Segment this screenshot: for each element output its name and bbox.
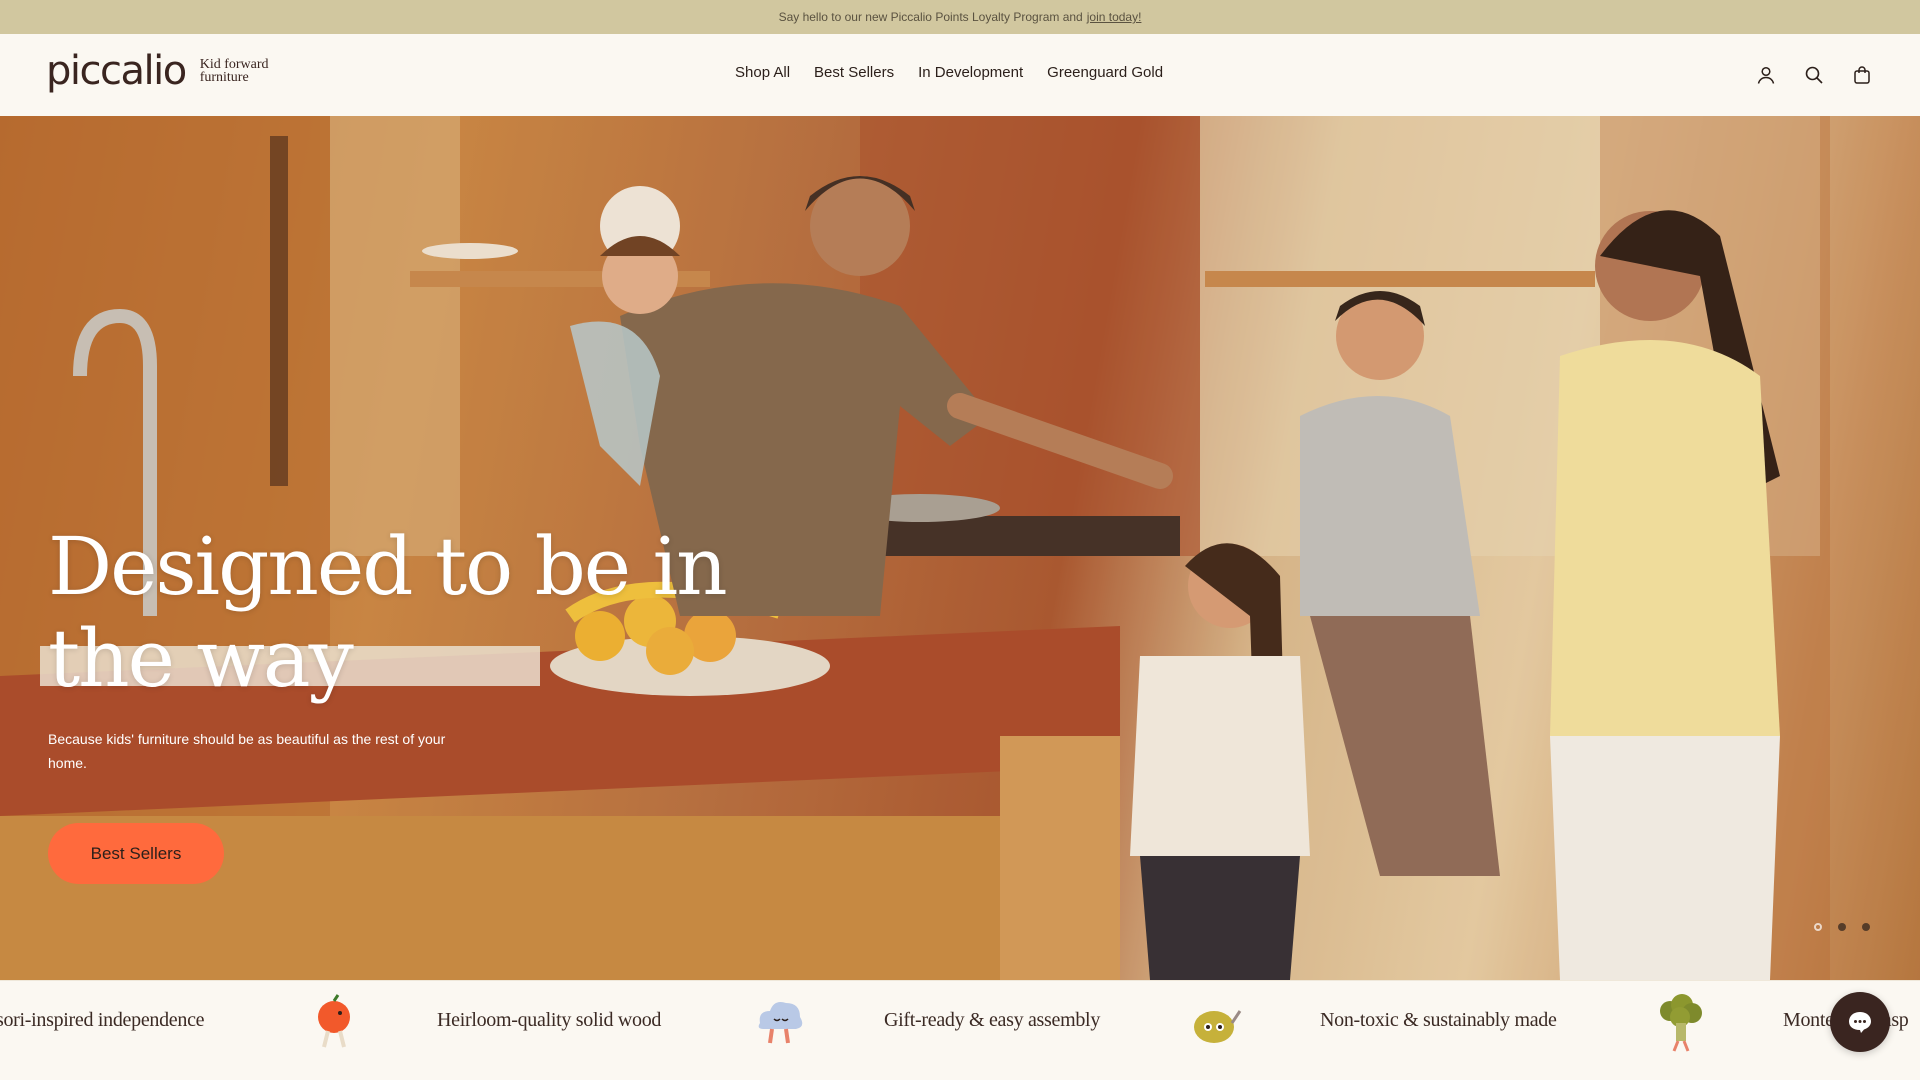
hero-subtitle: Because kids' furniture should be as bea… [48,731,446,771]
marquee-item: sori-inspired independence [0,1009,205,1031]
chat-button[interactable] [1830,992,1890,1052]
marquee-item: Heirloom-quality solid wood [437,1009,662,1031]
feature-marquee: sori-inspired independence Heirloom-qual… [0,980,1920,1064]
cart-icon[interactable] [1850,63,1874,87]
logo-tagline-line-2: furniture [199,70,249,85]
logo-wordmark: piccalio [46,48,187,94]
header-icons [1754,63,1874,87]
marquee-item: Gift-ready & easy assembly [884,1009,1101,1031]
join-today-link[interactable]: join today! [1087,10,1142,24]
hero-title: Designed to be in the way [48,520,728,705]
orange-character-icon [318,994,350,1048]
hero-banner: Designed to be in the way Because kids' … [0,116,1920,980]
account-icon[interactable] [1754,63,1778,87]
slide-dot-2[interactable] [1838,923,1846,931]
teapot-character-icon [1194,1010,1242,1043]
main-nav: Shop All Best Sellers In Development Gre… [735,64,1163,81]
slide-dots [1814,923,1870,931]
site-header: piccalio Kid forward furniture Shop All … [0,34,1920,116]
cloud-character-icon [758,1002,803,1044]
nav-greenguard-gold[interactable]: Greenguard Gold [1047,64,1163,81]
marquee-item: Non-toxic & sustainably made [1320,1009,1557,1031]
nav-best-sellers[interactable]: Best Sellers [814,64,894,81]
chat-bubble-icon [1849,1012,1871,1033]
search-icon[interactable] [1802,63,1826,87]
logo-tagline: Kid forward furniture [199,58,269,85]
nav-shop-all[interactable]: Shop All [735,64,790,81]
nav-in-development[interactable]: In Development [918,64,1023,81]
broccoli-character-icon [1660,994,1702,1052]
announcement-bar: Say hello to our new Piccalio Points Loy… [0,0,1920,34]
slide-dot-3[interactable] [1862,923,1870,931]
announcement-text: Say hello to our new Piccalio Points Loy… [778,10,1083,24]
best-sellers-button[interactable]: Best Sellers [48,823,224,884]
logo[interactable]: piccalio Kid forward furniture [46,48,269,94]
slide-dot-1[interactable] [1814,923,1822,931]
